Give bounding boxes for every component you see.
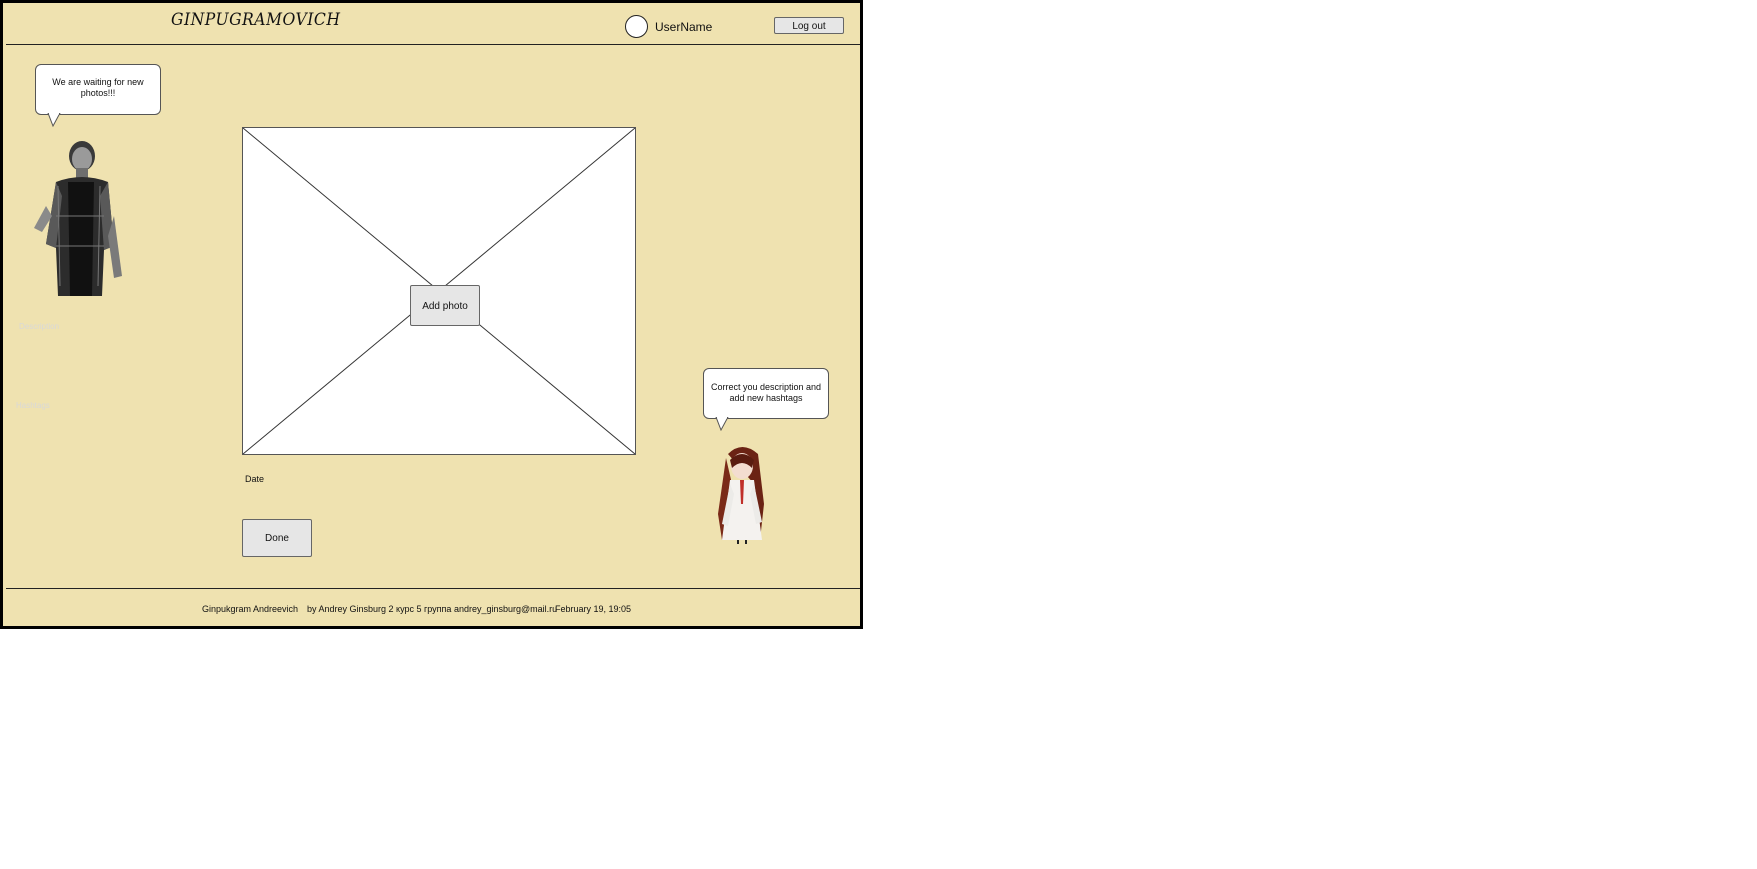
- left-bubble-text: We are waiting for new photos!!!: [52, 77, 144, 98]
- done-button[interactable]: Done: [242, 519, 312, 557]
- avatar[interactable]: [625, 15, 648, 38]
- add-photo-button[interactable]: Add photo: [410, 285, 480, 326]
- left-speech-bubble: We are waiting for new photos!!!: [35, 64, 161, 115]
- footer-divider: [6, 588, 860, 589]
- hashtags-label: Hashtags: [16, 401, 50, 410]
- date-label: Date: [245, 474, 265, 484]
- username-label[interactable]: UserName: [655, 20, 712, 34]
- description-label: Description: [19, 322, 60, 331]
- footer-name: Ginpukgram Andreevich: [202, 604, 299, 614]
- right-speech-bubble: Correct you description and add new hash…: [703, 368, 829, 419]
- man-figure-illustration: [34, 141, 122, 296]
- right-bubble-text: Correct you description and add new hash…: [710, 382, 822, 403]
- right-bubble-tail: [715, 417, 729, 431]
- footer-credits: by Andrey Ginsburg 2 курс 5 группа andre…: [307, 604, 558, 614]
- anime-girl-illustration: [718, 447, 764, 544]
- app-frame: GINPUGRAMOVICH UserName Log out We are w…: [0, 0, 863, 629]
- app-logo[interactable]: GINPUGRAMOVICH: [171, 10, 340, 30]
- logout-button[interactable]: Log out: [774, 17, 844, 34]
- footer-timestamp: February 19, 19:05: [555, 604, 632, 614]
- left-bubble-tail: [47, 113, 61, 127]
- header-divider: [6, 44, 860, 45]
